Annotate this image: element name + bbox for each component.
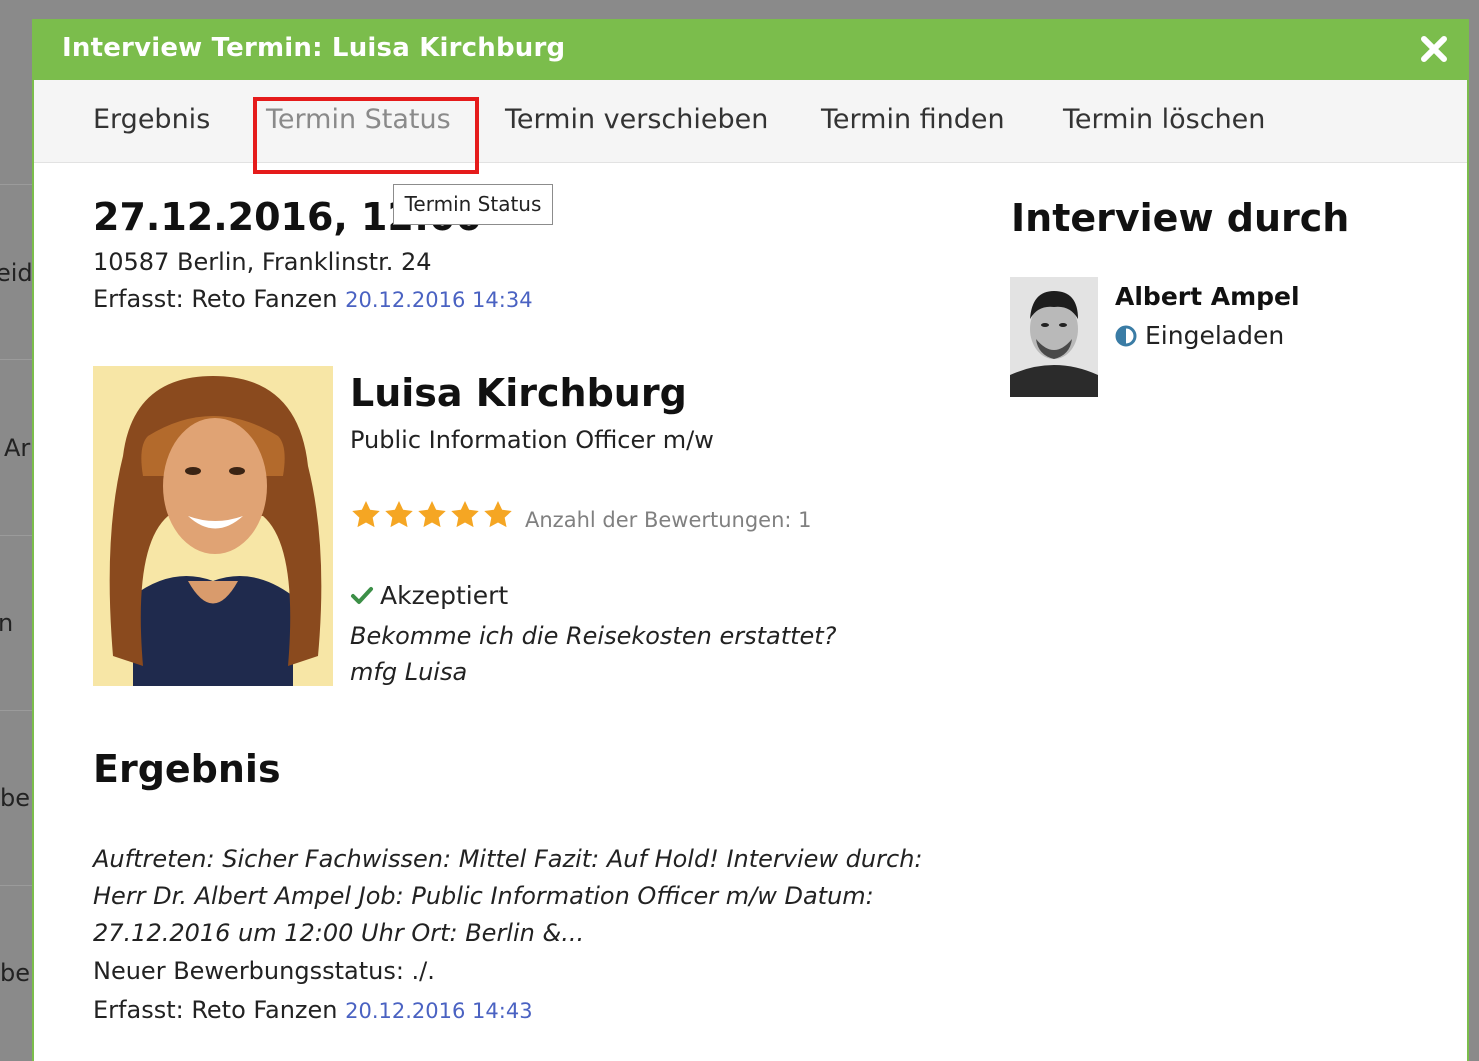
bg-divider	[0, 535, 32, 536]
modal-header: Interview Termin: Luisa Kirchburg	[34, 21, 1467, 80]
star-icon	[352, 501, 380, 528]
tab-termin-finden[interactable]: Termin finden	[821, 104, 1005, 135]
candidate-status: Akzeptiert	[350, 581, 508, 610]
candidate-status-label: Akzeptiert	[380, 581, 509, 610]
bg-divider	[0, 710, 32, 711]
tab-termin-loeschen[interactable]: Termin löschen	[1063, 104, 1265, 135]
bg-divider	[0, 359, 32, 360]
bg-text-fragment: be	[0, 959, 30, 987]
captured-time: 20.12.2016 14:34	[345, 288, 533, 312]
candidate-name: Luisa Kirchburg	[350, 371, 687, 415]
star-icon	[385, 501, 413, 528]
interviewer-avatar	[1010, 277, 1098, 397]
bg-text-fragment: n	[0, 609, 14, 637]
tab-termin-status[interactable]: Termin Status	[266, 104, 451, 135]
bg-text-fragment: eid	[0, 259, 33, 287]
check-icon	[351, 587, 373, 604]
tab-bar: Ergebnis Termin Status Termin verschiebe…	[34, 80, 1467, 163]
close-icon	[1421, 36, 1447, 62]
rating-stars	[350, 499, 514, 535]
bg-divider	[0, 885, 32, 886]
interview-modal: Interview Termin: Luisa Kirchburg Ergebn…	[32, 19, 1469, 1061]
rating-count: Anzahl der Bewertungen: 1	[525, 508, 812, 532]
captured-label: Erfasst: Reto Fanzen	[93, 996, 338, 1024]
close-button[interactable]	[1419, 34, 1449, 64]
star-icon	[418, 501, 446, 528]
star-icon	[451, 501, 479, 528]
bg-divider	[0, 184, 32, 185]
bg-text-fragment: be	[0, 784, 30, 812]
result-new-status: Neuer Bewerbungsstatus: ./.	[93, 957, 435, 985]
interviewer-status: Eingeladen	[1115, 321, 1284, 350]
interviewer-title: Interview durch	[1011, 196, 1350, 240]
result-text: Auftreten: Sicher Fachwissen: Mittel Faz…	[93, 845, 923, 947]
candidate-photo	[93, 366, 333, 686]
appointment-captured: Erfasst: Reto Fanzen 20.12.2016 14:34	[93, 285, 533, 313]
captured-time: 20.12.2016 14:43	[345, 999, 533, 1023]
result-captured: Erfasst: Reto Fanzen 20.12.2016 14:43	[93, 996, 533, 1024]
tab-termin-verschieben[interactable]: Termin verschieben	[505, 104, 768, 135]
star-icon	[484, 501, 512, 528]
candidate-job: Public Information Officer m/w	[350, 426, 714, 454]
bg-text-fragment: Ar	[4, 434, 31, 462]
appointment-location: 10587 Berlin, Franklinstr. 24	[93, 248, 432, 276]
half-circle-icon	[1115, 325, 1137, 347]
interviewer-name: Albert Ampel	[1115, 282, 1300, 311]
captured-label: Erfasst: Reto Fanzen	[93, 285, 338, 313]
candidate-comment: Bekomme ich die Reisekosten erstattet? m…	[350, 622, 837, 686]
result-title: Ergebnis	[93, 747, 281, 791]
tab-ergebnis[interactable]: Ergebnis	[93, 104, 210, 135]
interviewer-status-label: Eingeladen	[1145, 321, 1285, 350]
modal-title: Interview Termin: Luisa Kirchburg	[62, 33, 566, 63]
tooltip: Termin Status	[393, 184, 553, 225]
